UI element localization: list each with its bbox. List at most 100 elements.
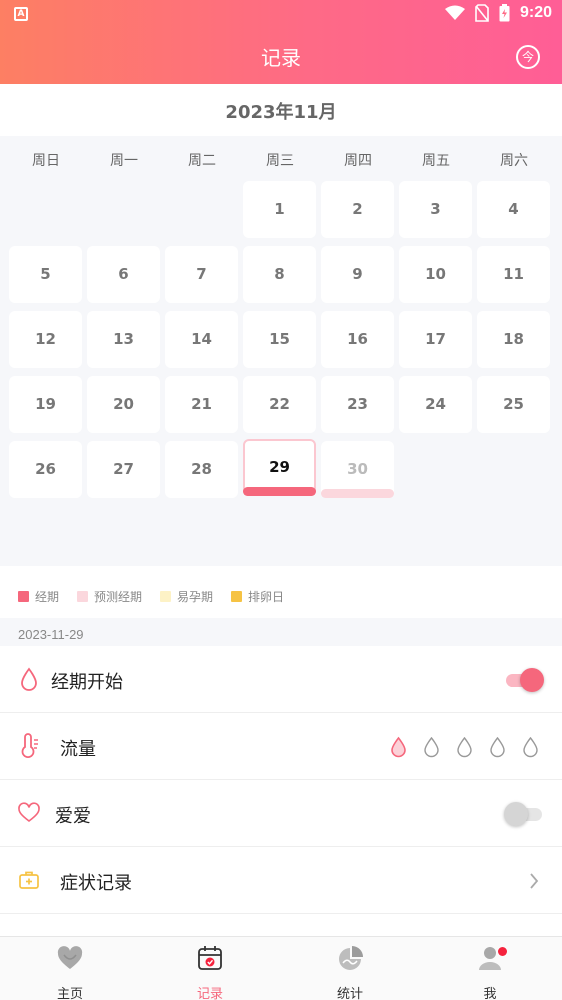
nav-me[interactable]: 我 <box>420 943 560 1000</box>
today-button[interactable]: 今 <box>516 45 540 69</box>
period-marker <box>243 487 316 496</box>
weekday-thu: 周四 <box>344 153 372 169</box>
thermometer-icon <box>21 733 38 758</box>
legend-swatch <box>77 591 88 602</box>
calendar-day[interactable]: 8 <box>243 246 316 303</box>
period-start-toggle[interactable] <box>506 668 544 692</box>
calendar-day[interactable]: 25 <box>477 376 550 433</box>
love-label: 爱爱 <box>55 806 91 827</box>
heart-icon <box>57 946 83 969</box>
legend-label: 排卵日 <box>248 590 285 604</box>
flow-drop-icon-1[interactable] <box>389 736 408 758</box>
calendar-day[interactable]: 11 <box>477 246 550 303</box>
calendar-day[interactable]: 6 <box>87 246 160 303</box>
calendar-day[interactable]: 20 <box>87 376 160 433</box>
legend-item: 预测经期 <box>77 588 142 605</box>
nav-record[interactable]: 记录 <box>140 943 280 1000</box>
legend-swatch <box>160 591 171 602</box>
no-sim-icon <box>475 4 489 22</box>
selected-date-strip: 2023-11-29 <box>0 618 562 646</box>
legend-swatch <box>18 591 29 602</box>
calendar-day[interactable]: 5 <box>9 246 82 303</box>
nav-stats[interactable]: 统计 <box>280 943 420 1000</box>
wifi-icon <box>444 5 465 20</box>
weekday-fri: 周五 <box>422 153 450 169</box>
calendar-day[interactable]: 22 <box>243 376 316 433</box>
pie-chart-icon <box>339 946 363 970</box>
calendar-day[interactable]: 28 <box>165 441 238 498</box>
nav-label: 统计 <box>336 987 363 1000</box>
notification-dot <box>498 947 507 956</box>
calendar-day[interactable]: 3 <box>399 181 472 238</box>
calendar-day[interactable]: 13 <box>87 311 160 368</box>
calendar-day-predicted[interactable]: 30 <box>321 441 394 498</box>
medical-kit-icon <box>19 871 39 889</box>
calendar-day[interactable]: 12 <box>9 311 82 368</box>
calendar-day[interactable]: 9 <box>321 246 394 303</box>
clock: 9:20 <box>519 4 552 21</box>
calendar-day[interactable]: 7 <box>165 246 238 303</box>
toggle-knob <box>520 668 544 692</box>
app-header: A 9:20 记录 今 <box>0 0 562 84</box>
battery-icon <box>499 4 510 22</box>
calendar-day[interactable]: 17 <box>399 311 472 368</box>
period-start-row: 经期开始 <box>0 646 562 713</box>
calendar-day[interactable]: 2 <box>321 181 394 238</box>
period-start-label: 经期开始 <box>51 672 123 693</box>
app-notification-icon: A <box>14 7 28 21</box>
bottom-navigation: 主页 记录 统计 我 <box>0 936 562 1000</box>
month-title: 2023年11月 <box>225 102 337 123</box>
heart-outline-icon <box>18 802 40 823</box>
calendar-day[interactable]: 24 <box>399 376 472 433</box>
calendar-day[interactable]: 21 <box>165 376 238 433</box>
calendar-day[interactable]: 23 <box>321 376 394 433</box>
flow-row: 流量 <box>0 713 562 780</box>
nav-home[interactable]: 主页 <box>0 943 140 1000</box>
legend-item: 易孕期 <box>160 588 213 605</box>
love-toggle[interactable] <box>504 802 542 826</box>
status-bar: A 9:20 <box>0 0 562 28</box>
weekday-tue: 周二 <box>188 153 216 169</box>
flow-drop-icon-3[interactable] <box>455 736 474 758</box>
nav-label: 我 <box>483 987 497 1000</box>
love-row: 爱爱 <box>0 780 562 847</box>
flow-drop-icon-2[interactable] <box>422 736 441 758</box>
calendar-day[interactable]: 1 <box>243 181 316 238</box>
calendar-day[interactable]: 16 <box>321 311 394 368</box>
nav-label: 记录 <box>196 987 223 1000</box>
predicted-period-marker <box>321 489 394 498</box>
calendar-icon <box>198 946 222 970</box>
legend-item: 经期 <box>18 588 59 605</box>
calendar-day-number: 29 <box>269 458 290 476</box>
drop-icon <box>21 667 37 691</box>
legend-swatch <box>231 591 242 602</box>
calendar-day[interactable]: 27 <box>87 441 160 498</box>
weekday-wed: 周三 <box>266 153 294 169</box>
calendar-day[interactable]: 26 <box>9 441 82 498</box>
symptoms-row[interactable]: 症状记录 <box>0 847 562 914</box>
flow-level-selector <box>389 736 540 758</box>
weekday-sat: 周六 <box>500 153 528 169</box>
calendar-grid: 周日 周一 周二 周三 周四 周五 周六 1 2 3 4 5 6 7 8 9 1… <box>0 136 562 566</box>
flow-label: 流量 <box>60 739 96 760</box>
calendar-day[interactable]: 18 <box>477 311 550 368</box>
calendar-day-number: 30 <box>347 460 368 478</box>
legend-label: 预测经期 <box>94 590 143 604</box>
calendar-day[interactable]: 19 <box>9 376 82 433</box>
calendar-day[interactable]: 14 <box>165 311 238 368</box>
chevron-right-icon <box>530 873 539 889</box>
selected-date: 2023-11-29 <box>18 627 84 642</box>
calendar-day-today[interactable]: 29 <box>243 439 316 496</box>
calendar-day[interactable]: 10 <box>399 246 472 303</box>
weekday-mon: 周一 <box>110 153 138 169</box>
page-title: 记录 <box>261 46 301 70</box>
flow-drop-icon-4[interactable] <box>488 736 507 758</box>
nav-label: 主页 <box>56 987 83 1000</box>
calendar-day[interactable]: 15 <box>243 311 316 368</box>
legend-item: 排卵日 <box>231 588 284 605</box>
symptoms-label: 症状记录 <box>60 873 132 894</box>
flow-drop-icon-5[interactable] <box>521 736 540 758</box>
calendar-day[interactable]: 4 <box>477 181 550 238</box>
legend-label: 易孕期 <box>177 590 214 604</box>
weekday-sun: 周日 <box>32 153 60 169</box>
